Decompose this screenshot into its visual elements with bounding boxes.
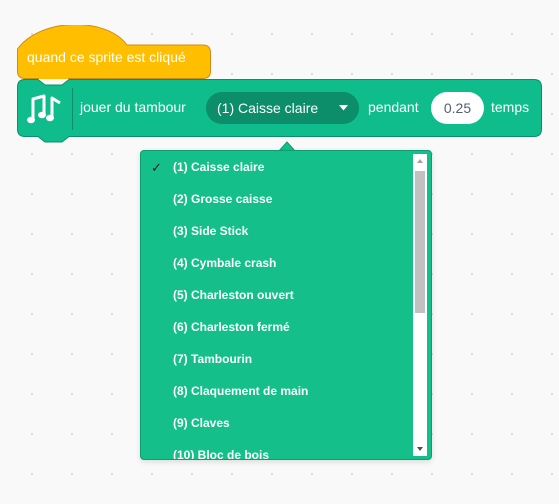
music-notes-icon [27,94,61,124]
drum-option-3[interactable]: (3) Side Stick [141,215,411,247]
for-text: pendant [368,99,419,115]
beats-unit-text: temps [491,99,530,115]
beats-input[interactable]: 0.25 [431,92,484,124]
hat-block-label: quand ce sprite est cliqué [27,49,186,65]
drum-option-1[interactable]: ✓ (1) Caisse claire [141,151,411,183]
drum-option-2[interactable]: (2) Grosse caisse [141,183,411,215]
when-sprite-clicked-block[interactable]: quand ce sprite est cliqué [17,25,211,79]
selected-check-icon: ✓ [151,160,162,175]
drum-dropdown[interactable]: (1) Caisse claire [206,92,359,124]
drum-dropdown-menu: ✓ (1) Caisse claire (2) Grosse caisse (3) S… [140,150,432,460]
drum-option-label: (8) Claquement de main [173,384,309,398]
drum-options-list: ✓ (1) Caisse claire (2) Grosse caisse (3) S… [141,151,411,459]
drum-option-6[interactable]: (6) Charleston fermé [141,311,411,343]
drum-option-9[interactable]: (9) Claves [141,407,411,439]
scrollbar-thumb[interactable] [415,171,425,313]
drum-option-label: (7) Tambourin [173,352,253,366]
drum-option-label: (9) Claves [173,416,230,430]
drum-option-label: (4) Cymbale crash [173,256,277,270]
play-drum-block[interactable]: jouer du tambour (1) Caisse claire penda… [17,79,542,143]
drum-option-10[interactable]: (10) Bloc de bois [141,439,411,459]
play-drum-text: jouer du tambour [80,99,186,115]
drum-option-label: (3) Side Stick [173,224,249,238]
drum-option-label: (5) Charleston ouvert [173,288,294,302]
scroll-down-arrow-icon[interactable] [413,442,427,456]
caret-down-icon [339,105,348,111]
drum-dropdown-value: (1) Caisse claire [217,100,319,116]
drum-option-8[interactable]: (8) Claquement de main [141,375,411,407]
scroll-up-arrow-icon[interactable] [413,154,427,168]
drum-option-label: (2) Grosse caisse [173,192,273,206]
drum-option-5[interactable]: (5) Charleston ouvert [141,279,411,311]
drum-option-label: (6) Charleston fermé [173,320,290,334]
drum-option-label: (1) Caisse claire [173,160,265,174]
icon-separator [72,88,73,130]
drum-option-7[interactable]: (7) Tambourin [141,343,411,375]
dropdown-scrollbar[interactable] [413,154,427,456]
drum-option-4[interactable]: (4) Cymbale crash [141,247,411,279]
drum-option-label: (10) Bloc de bois [173,448,270,459]
